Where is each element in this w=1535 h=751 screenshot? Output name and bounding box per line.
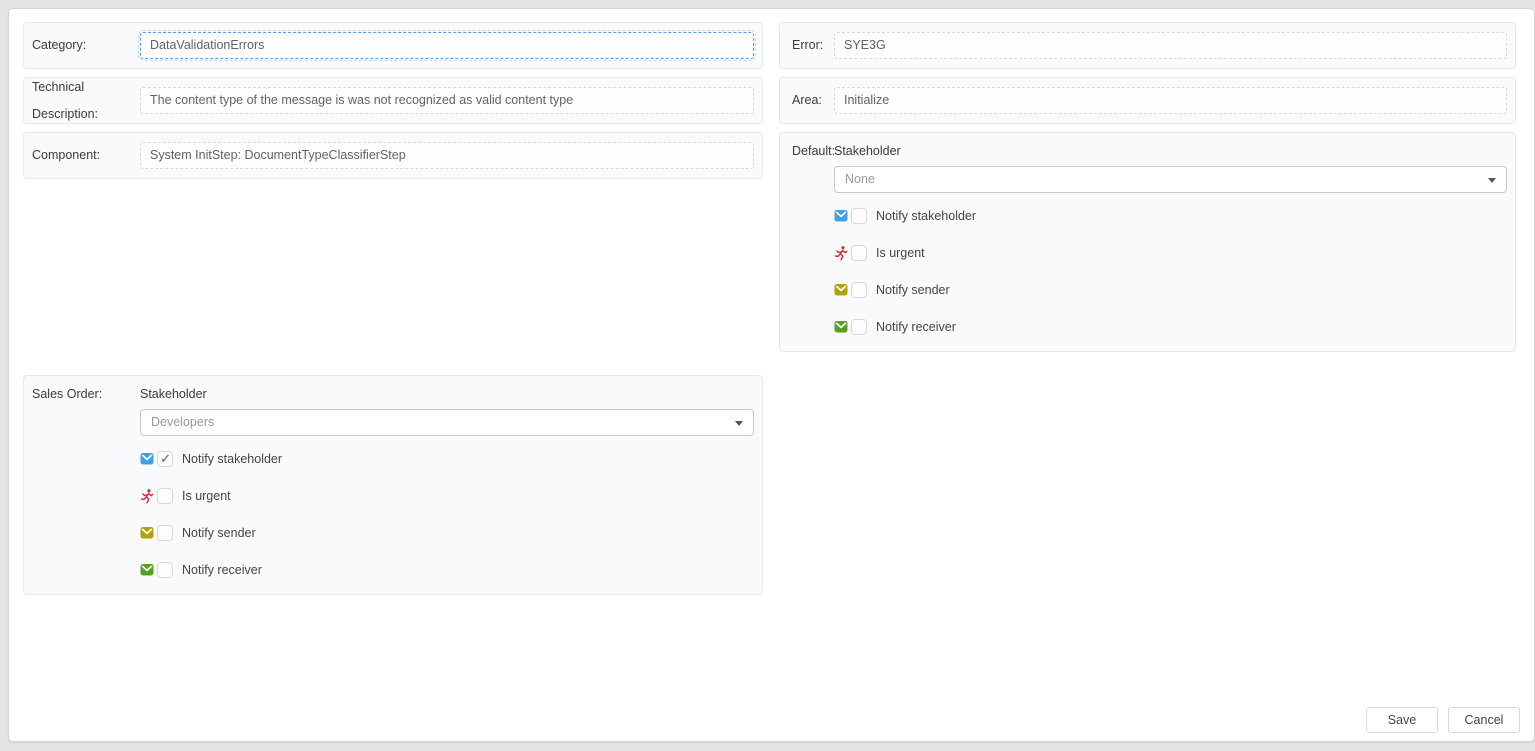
sales-order-notify-receiver-row[interactable]: Notify receiver <box>140 562 754 578</box>
default-notify-sender-row[interactable]: Notify sender <box>834 282 1507 298</box>
component-panel: Component: System InitStep: DocumentType… <box>23 132 763 179</box>
default-is-urgent-checkbox[interactable] <box>851 245 867 261</box>
mail-blue-icon <box>834 209 848 223</box>
default-label: Default: <box>792 143 834 159</box>
save-button[interactable]: Save <box>1366 707 1438 733</box>
runner-icon <box>834 246 848 260</box>
checkbox-label: Notify sender <box>182 526 256 540</box>
default-panel: Default: Stakeholder None Notify stakeho… <box>779 132 1516 352</box>
runner-icon <box>140 489 154 503</box>
form-actions: Save Cancel <box>1366 707 1520 733</box>
area-input[interactable]: Initialize <box>834 87 1507 114</box>
checkbox-label: Notify receiver <box>876 320 956 334</box>
sales-order-notify-stakeholder-checkbox[interactable] <box>157 451 173 467</box>
sales-order-stakeholder-dropdown[interactable]: Developers <box>140 409 754 436</box>
checkbox-label: Notify stakeholder <box>876 209 976 223</box>
default-stakeholder-title: Stakeholder <box>834 143 1507 159</box>
technical-description-panel: Technical Description: The content type … <box>23 77 763 124</box>
sales-order-is-urgent-row[interactable]: Is urgent <box>140 488 754 504</box>
error-label: Error: <box>792 32 834 59</box>
default-notify-stakeholder-checkbox[interactable] <box>851 208 867 224</box>
checkbox-label: Notify sender <box>876 283 950 297</box>
sales-order-notify-receiver-checkbox[interactable] <box>157 562 173 578</box>
cancel-button[interactable]: Cancel <box>1448 707 1520 733</box>
sales-order-checkbox-list: Notify stakeholder Is urgent Notify send… <box>140 451 754 578</box>
area-label: Area: <box>792 87 834 114</box>
sales-order-notify-stakeholder-row[interactable]: Notify stakeholder <box>140 451 754 467</box>
left-column: Category: DataValidationErrors Technical… <box>23 22 763 603</box>
sales-order-stakeholder-value: Developers <box>151 415 214 429</box>
error-input[interactable]: SYE3G <box>834 32 1507 59</box>
chevron-down-icon <box>735 421 743 426</box>
default-notify-receiver-checkbox[interactable] <box>851 319 867 335</box>
sales-order-panel: Sales Order: Stakeholder Developers Noti… <box>23 375 763 595</box>
component-label: Component: <box>32 142 140 169</box>
default-notify-stakeholder-row[interactable]: Notify stakeholder <box>834 208 1507 224</box>
default-is-urgent-row[interactable]: Is urgent <box>834 245 1507 261</box>
mail-yellow-icon <box>140 526 154 540</box>
sales-order-label: Sales Order: <box>32 386 140 402</box>
category-label: Category: <box>32 32 140 59</box>
default-notify-receiver-row[interactable]: Notify receiver <box>834 319 1507 335</box>
chevron-down-icon <box>1488 178 1496 183</box>
default-checkbox-list: Notify stakeholder Is urgent Notify send… <box>834 208 1507 335</box>
checkbox-label: Notify receiver <box>182 563 262 577</box>
sales-order-is-urgent-checkbox[interactable] <box>157 488 173 504</box>
category-panel: Category: DataValidationErrors <box>23 22 763 69</box>
mail-blue-icon <box>140 452 154 466</box>
technical-description-label: Technical Description: <box>32 74 140 128</box>
mail-green-icon <box>834 320 848 334</box>
checkbox-label: Is urgent <box>182 489 231 503</box>
mail-yellow-icon <box>834 283 848 297</box>
error-panel: Error: SYE3G <box>779 22 1516 69</box>
default-notify-sender-checkbox[interactable] <box>851 282 867 298</box>
default-stakeholder-dropdown[interactable]: None <box>834 166 1507 193</box>
default-stakeholder-value: None <box>845 172 875 186</box>
area-panel: Area: Initialize <box>779 77 1516 124</box>
category-input[interactable]: DataValidationErrors <box>140 32 754 59</box>
component-input[interactable]: System InitStep: DocumentTypeClassifierS… <box>140 142 754 169</box>
checkbox-label: Is urgent <box>876 246 925 260</box>
mail-green-icon <box>140 563 154 577</box>
checkbox-label: Notify stakeholder <box>182 452 282 466</box>
sales-order-notify-sender-row[interactable]: Notify sender <box>140 525 754 541</box>
error-detail-form: Category: DataValidationErrors Technical… <box>8 8 1535 742</box>
sales-order-stakeholder-title: Stakeholder <box>140 386 754 402</box>
right-column: Error: SYE3G Area: Initialize Default: S… <box>779 22 1516 360</box>
sales-order-notify-sender-checkbox[interactable] <box>157 525 173 541</box>
technical-description-input[interactable]: The content type of the message is was n… <box>140 87 754 114</box>
